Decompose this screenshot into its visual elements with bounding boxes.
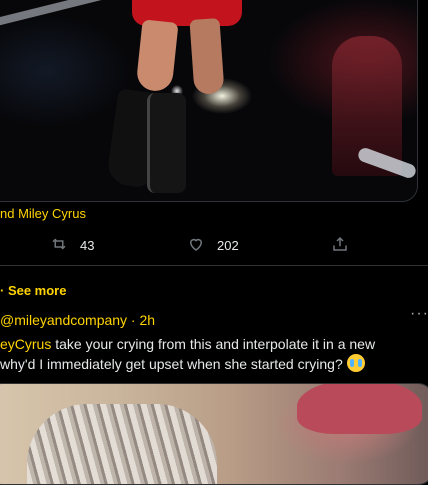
loudly-crying-face-emoji-icon: [346, 354, 365, 372]
retweet-button[interactable]: 43: [50, 235, 94, 256]
tweet-divider: [0, 265, 428, 266]
tweet-text: eyCyrus take your crying from this and i…: [0, 334, 428, 374]
share-icon: [331, 235, 349, 256]
tweet-text-line-2-content: why'd I immediately get upset when she s…: [0, 356, 347, 372]
performer-leg-left: [135, 19, 179, 93]
media-caption-link[interactable]: nd Miley Cyrus: [0, 206, 86, 221]
retweet-count: 43: [80, 238, 95, 253]
like-count: 202: [217, 238, 239, 253]
tweet-media-photo[interactable]: [0, 383, 428, 485]
tweet-text-line-2: why'd I immediately get upset when she s…: [0, 354, 428, 374]
share-button[interactable]: [331, 235, 349, 256]
mention-link[interactable]: eyCyrus: [0, 336, 51, 352]
heart-icon: [187, 235, 205, 256]
photo-subject-hair: [27, 404, 217, 484]
tweet-text-line-1: eyCyrus take your crying from this and i…: [0, 334, 428, 354]
tweet-media-concert-photo[interactable]: [0, 0, 418, 202]
retweet-icon: [50, 235, 68, 256]
performer-leg-right: [189, 18, 225, 95]
tweet-text-line-1-rest: take your crying from this and interpola…: [51, 336, 376, 352]
performer-boot-right: [147, 93, 186, 193]
tweet-author-handle-time[interactable]: @mileyandcompany · 2h: [0, 312, 155, 328]
see-more-link[interactable]: · See more: [0, 283, 66, 298]
more-options-icon[interactable]: ···: [410, 305, 428, 323]
photo-subject-cap: [297, 384, 422, 434]
like-button[interactable]: 202: [187, 235, 239, 256]
